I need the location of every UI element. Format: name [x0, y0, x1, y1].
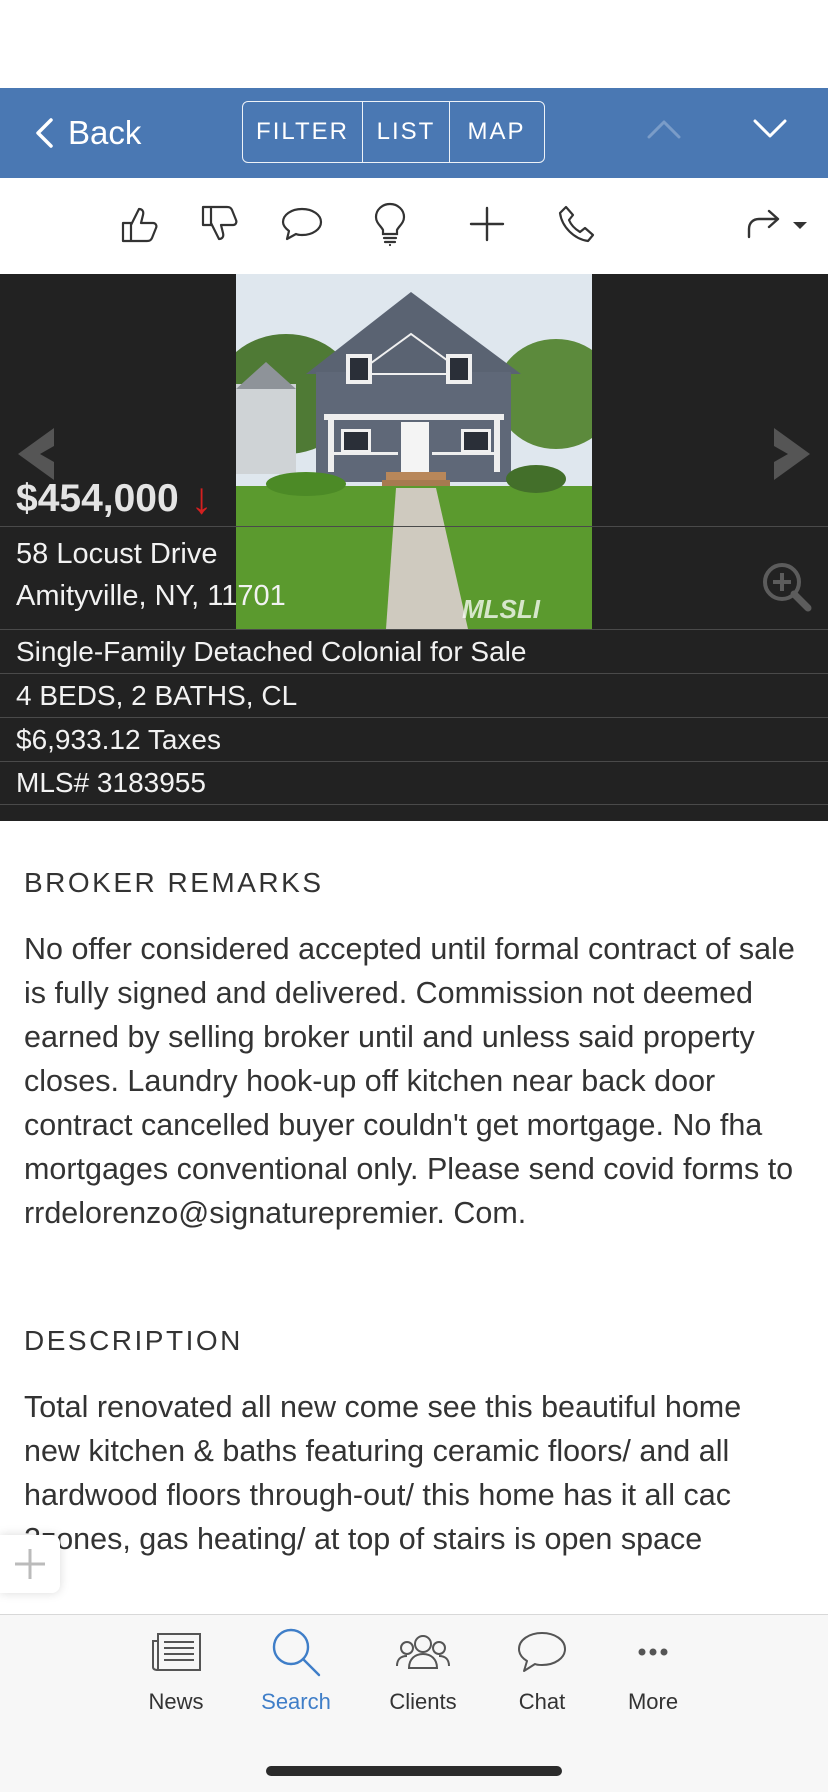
tab-clients-label: Clients — [389, 1689, 457, 1714]
newspaper-icon — [152, 1633, 201, 1671]
taxes: $6,933.12 Taxes — [0, 717, 828, 761]
action-toolbar — [0, 178, 828, 274]
home-indicator — [266, 1766, 562, 1776]
listing-details: Single-Family Detached Colonial for Sale… — [0, 629, 828, 821]
mls-number: MLS# 3183955 — [0, 761, 828, 805]
filter-tab[interactable]: FILTER — [243, 102, 363, 162]
tab-chat[interactable]: Chat — [487, 1625, 597, 1725]
list-tab[interactable]: LIST — [363, 102, 450, 162]
view-segmented-control: FILTER LIST MAP — [242, 101, 545, 163]
status-bar — [0, 0, 828, 88]
plus-icon[interactable] — [461, 198, 513, 250]
zoom-in-icon[interactable] — [760, 560, 814, 614]
more-icon — [638, 1648, 668, 1656]
price-value: $454,000 — [16, 477, 179, 520]
description-title: DESCRIPTION — [24, 1325, 243, 1356]
next-listing-icon[interactable] — [752, 118, 788, 140]
divider — [0, 526, 828, 527]
address-line-1: 58 Locust Drive — [16, 538, 218, 570]
price-drop-indicator: ↓ — [190, 474, 213, 523]
clients-icon — [396, 1635, 450, 1669]
tab-more-label: More — [627, 1689, 679, 1714]
phone-icon[interactable] — [552, 198, 604, 250]
beds-baths: 4 BEDS, 2 BATHS, CL — [0, 673, 828, 717]
map-tab[interactable]: MAP — [450, 102, 543, 162]
broker-remarks-body: No offer considered accepted until forma… — [24, 932, 795, 1230]
share-icon[interactable] — [744, 198, 814, 250]
tab-news[interactable]: News — [121, 1625, 231, 1725]
listing-price: $454,000 ↓ — [16, 474, 213, 524]
next-photo-icon[interactable] — [770, 426, 814, 482]
address-line-2: Amityville, NY, 11701 — [16, 580, 286, 612]
comment-icon[interactable] — [276, 198, 328, 250]
listing-content: BROKER REMARKS No offer considered accep… — [24, 821, 804, 1561]
back-label: Back — [68, 114, 142, 151]
listing-photo[interactable]: MLSLI — [236, 274, 592, 629]
property-type: Single-Family Detached Colonial for Sale — [0, 629, 828, 673]
description-body: Total renovated all new come see this be… — [24, 1390, 742, 1556]
lightbulb-icon[interactable] — [364, 198, 416, 250]
chevron-left-icon — [36, 118, 53, 148]
plus-icon — [15, 1549, 45, 1579]
chat-icon — [518, 1632, 566, 1672]
tab-news-label: News — [148, 1689, 204, 1714]
floating-add-button[interactable] — [0, 1535, 60, 1593]
listing-hero: MLSLI $454,000 ↓ 58 Locust Drive Amityvi… — [0, 274, 828, 629]
search-icon — [272, 1628, 321, 1677]
thumbs-down-icon[interactable] — [194, 198, 246, 250]
nav-bar: Back FILTER LIST MAP — [0, 88, 828, 178]
tab-chat-label: Chat — [518, 1689, 566, 1714]
mlsli-watermark: MLSLI — [462, 594, 541, 624]
tab-more[interactable]: More — [598, 1625, 708, 1725]
broker-remarks-title: BROKER REMARKS — [24, 867, 324, 898]
tab-search-label: Search — [261, 1689, 331, 1714]
tab-search[interactable]: Search — [241, 1625, 351, 1725]
tab-clients[interactable]: Clients — [368, 1625, 478, 1725]
thumbs-up-icon[interactable] — [114, 198, 166, 250]
previous-listing-icon[interactable] — [646, 118, 682, 140]
back-button[interactable]: Back — [34, 88, 141, 178]
